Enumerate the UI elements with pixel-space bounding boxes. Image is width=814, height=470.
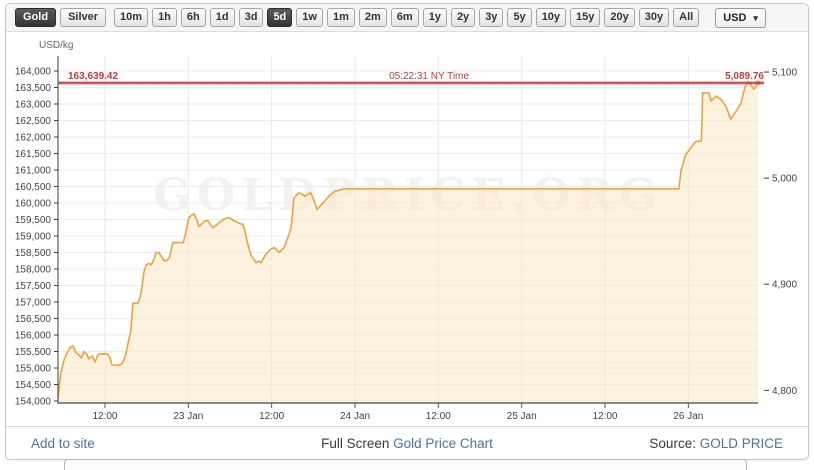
y-axis-label: 158,500 — [15, 248, 52, 259]
y-axis-label: 160,500 — [15, 182, 52, 193]
y-axis-label-right: 5,000 — [772, 174, 797, 185]
y-axis-label: 159,500 — [15, 215, 52, 226]
y-axis-label: 162,500 — [15, 116, 52, 127]
y-axis-label: 157,500 — [15, 281, 52, 292]
y-axis-label: 157,000 — [15, 298, 52, 309]
gold-price-chart-link[interactable]: Gold Price Chart — [393, 436, 493, 451]
range-button-5d[interactable]: 5d — [267, 8, 292, 27]
x-axis-label: 12:00 — [92, 411, 117, 422]
range-button-3y[interactable]: 3y — [479, 8, 503, 27]
y-axis-label: 155,500 — [15, 347, 52, 358]
x-axis-label: 25 Jan — [507, 411, 537, 422]
chart-toolbar: GoldSilver 10m1h6h1d3d5d1w1m2m6m1y2y3y5y… — [6, 4, 808, 32]
range-button-3d[interactable]: 3d — [239, 8, 264, 27]
chart-footer: Add to site Full Screen Gold Price Chart… — [6, 426, 808, 459]
unit-label: USD/kg — [39, 40, 73, 51]
metal-button-gold[interactable]: Gold — [15, 8, 56, 27]
range-button-2y[interactable]: 2y — [451, 8, 475, 27]
y-axis-label: 163,000 — [15, 100, 52, 111]
y-axis-label: 156,500 — [15, 314, 52, 325]
y-axis-label: 155,000 — [15, 364, 52, 375]
x-axis-label: 12:00 — [426, 411, 451, 422]
source-gold-price-link[interactable]: GOLD PRICE — [700, 436, 783, 451]
current-price-oz-annotation: 5,089.76 — [725, 71, 764, 82]
range-button-15y[interactable]: 15y — [570, 8, 600, 27]
metal-button-group: GoldSilver — [15, 8, 106, 27]
range-button-1m[interactable]: 1m — [327, 8, 355, 27]
range-button-all[interactable]: All — [673, 8, 699, 27]
range-button-10m[interactable]: 10m — [114, 8, 148, 27]
source-text: Source: — [649, 436, 696, 451]
range-button-6m[interactable]: 6m — [391, 8, 419, 27]
y-axis-label: 154,000 — [15, 397, 52, 408]
y-axis-label: 158,000 — [15, 265, 52, 276]
y-axis-label: 161,000 — [15, 166, 52, 177]
chevron-down-icon: ▾ — [753, 12, 758, 24]
y-axis-label: 156,000 — [15, 331, 52, 342]
range-button-1d[interactable]: 1d — [210, 8, 235, 27]
ny-time-annotation: 05:22:31 NY Time — [389, 71, 469, 82]
currency-select-value: USD — [723, 12, 746, 24]
y-axis-label: 163,500 — [15, 83, 52, 94]
y-axis-label: 160,000 — [15, 199, 52, 210]
add-to-site-link[interactable]: Add to site — [31, 436, 95, 451]
range-button-5y[interactable]: 5y — [507, 8, 531, 27]
x-axis-label: 12:00 — [259, 411, 284, 422]
range-button-30y[interactable]: 30y — [639, 8, 669, 27]
range-button-group: 10m1h6h1d3d5d1w1m2m6m1y2y3y5y 10y15y20y 30… — [114, 8, 699, 27]
y-axis-label: 161,500 — [15, 149, 52, 160]
y-axis-label: 164,000 — [15, 67, 52, 78]
y-axis-label: 162,000 — [15, 133, 52, 144]
x-axis-label: 24 Jan — [340, 411, 370, 422]
y-axis-label-right: 5,100 — [772, 68, 797, 79]
y-axis-label-right: 4,800 — [772, 386, 797, 397]
y-axis-label-right: 4,900 — [772, 280, 797, 291]
metal-button-silver[interactable]: Silver — [60, 8, 106, 27]
series-area — [58, 82, 758, 402]
price-chart[interactable]: GOLDPRICE.ORG164,000163,500163,000162,50… — [6, 32, 808, 425]
source-label: Source: GOLD PRICE — [649, 436, 783, 451]
x-axis-label: 12:00 — [592, 411, 617, 422]
range-button-2m[interactable]: 2m — [359, 8, 387, 27]
range-button-10y[interactable]: 10y — [536, 8, 566, 27]
x-axis-label: 23 Jan — [173, 411, 203, 422]
range-button-6h[interactable]: 6h — [181, 8, 206, 27]
range-button-1y[interactable]: 1y — [423, 8, 447, 27]
embed-preview-partial — [64, 459, 747, 470]
chart-region: USD/kg GOLDPRICE.ORG164,000163,500163,00… — [6, 32, 808, 425]
range-button-1w[interactable]: 1w — [296, 8, 323, 27]
y-axis-label: 154,500 — [15, 380, 52, 391]
currency-select[interactable]: USD ▾ — [715, 8, 766, 28]
range-button-1h[interactable]: 1h — [152, 8, 177, 27]
gold-price-widget: GoldSilver 10m1h6h1d3d5d1w1m2m6m1y2y3y5y… — [5, 3, 809, 460]
y-axis-label: 159,000 — [15, 232, 52, 243]
x-axis-label: 26 Jan — [673, 411, 703, 422]
current-price-kg-annotation: 163,639.42 — [68, 71, 118, 82]
full-screen-text: Full Screen — [321, 436, 389, 451]
range-button-20y[interactable]: 20y — [604, 8, 634, 27]
